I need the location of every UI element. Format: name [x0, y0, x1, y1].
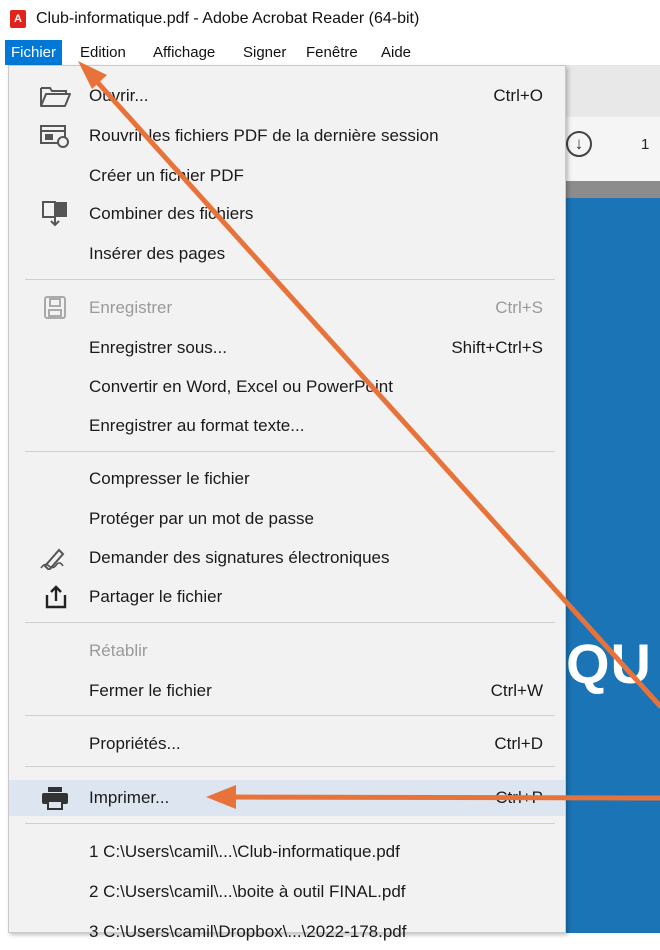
- arrow-to-fichier-menu: [78, 61, 660, 709]
- arrow-to-print-item: [206, 785, 660, 809]
- annotation-arrows: [78, 61, 660, 809]
